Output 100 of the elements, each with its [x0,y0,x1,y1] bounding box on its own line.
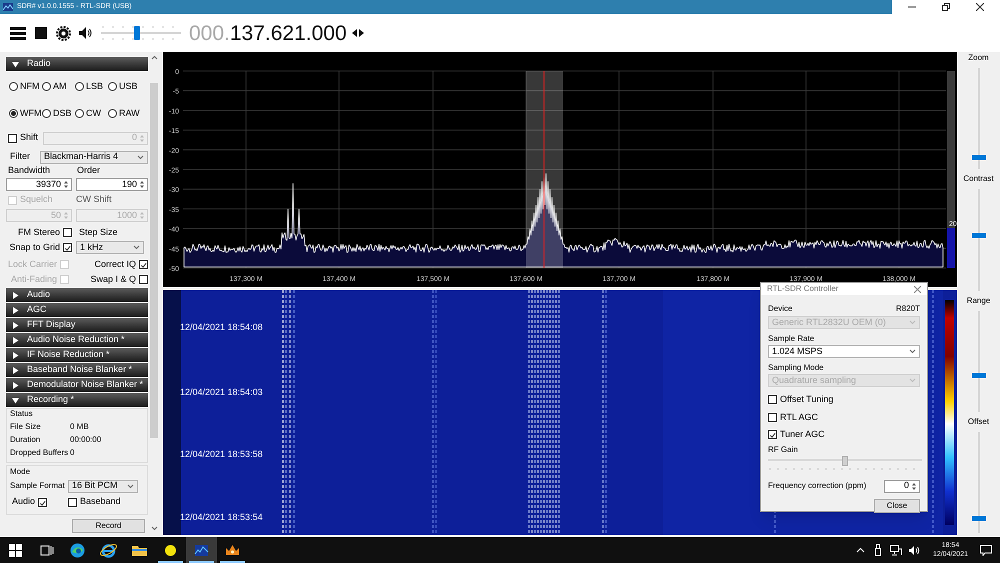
section-header[interactable]: Audio Noise Reduction * [6,333,148,347]
chevron-icon [133,245,140,250]
record-button[interactable]: Record [72,519,145,533]
sample-format-dropdown[interactable]: 16 Bit PCM [68,480,138,492]
frequency-readout[interactable]: 137.621.000 [230,22,347,44]
option-checkbox[interactable]: FM Stereo [18,226,72,240]
section-header[interactable]: AGC [6,303,148,317]
section-header[interactable]: Demodulator Noise Blanker * [6,378,148,392]
order-field[interactable]: 190 [76,178,148,191]
field-label: CW Shift [76,193,112,206]
field-label: Bandwidth [7,164,52,178]
timestamp: 12/04/2021 18:54:08 [180,322,263,332]
vertical-slider[interactable] [972,432,986,533]
frequency-prefix: 000. [189,22,230,44]
field-label: File Size [10,420,42,432]
collapse-triangle-icon [12,60,19,68]
radio-button[interactable]: AM [42,80,75,94]
taskbar-button[interactable] [186,537,217,563]
vertical-slider[interactable] [972,68,986,170]
field-label: RF Gain [768,444,799,454]
slider-label: Range [966,294,990,306]
field-label: Filter [10,150,31,164]
timestamp: 12/04/2021 18:53:58 [180,449,263,459]
scroll-up-icon[interactable] [150,55,158,60]
vertical-slider[interactable] [972,189,986,290]
slider-thumb[interactable] [972,373,986,378]
filter-dropdown[interactable]: Blackman-Harris 4 [40,150,148,164]
field-label: Step Size [79,226,118,239]
radio-button[interactable]: CW [75,106,108,120]
volume-slider[interactable] [101,23,181,43]
sample-rate-dropdown[interactable]: 1.024 MSPS [768,345,920,358]
option-checkbox[interactable]: Snap to Grid [9,240,72,254]
vertical-slider[interactable] [972,310,986,412]
radio-button[interactable]: LSB [75,80,108,94]
field-label: Sampling Mode [768,362,825,373]
expand-triangle-icon [12,382,19,388]
chevron-icon [137,154,144,160]
chevron-icon [127,484,134,488]
timestamp: 12/04/2021 18:54:03 [180,387,263,397]
radio-button[interactable]: USB [108,80,141,94]
spinner-icon [139,211,145,220]
frequency-correction-field[interactable]: 0 [884,480,920,492]
expand-triangle-icon [12,306,19,314]
section-header[interactable]: Baseband Noise Blanker * [6,363,148,377]
chevron-up-icon[interactable] [856,547,865,553]
section-header[interactable]: Audio [6,288,148,302]
shift-checkbox[interactable]: Shift [8,131,40,145]
option-checkbox[interactable]: Correct IQ [94,258,148,272]
section-header[interactable]: Recording * [6,393,148,407]
section-header[interactable]: FFT Display [6,318,148,332]
slider-thumb[interactable] [972,232,986,238]
baseband-checkbox[interactable]: Baseband [68,495,121,509]
option-checkbox[interactable]: Tuner AGC [768,428,920,442]
step-size-dropdown[interactable]: 1 kHz [76,241,144,254]
option-checkbox[interactable]: Swap I & Q [90,272,148,286]
audio-checkbox[interactable]: Audio [12,495,68,509]
slider-thumb[interactable] [972,516,986,522]
network-icon[interactable] [890,544,902,556]
filter-band[interactable] [526,71,563,268]
slider-thumb[interactable] [134,26,140,40]
scrollbar-thumb[interactable] [150,83,158,438]
slider-label: Zoom [968,52,989,64]
spinner-icon [911,482,917,490]
speaker-icon[interactable] [908,544,921,556]
radio-button[interactable]: NFM [9,80,42,94]
radio-button[interactable]: WFM [9,106,42,120]
expand-triangle-icon [12,352,19,358]
dialog-title: RTL-SDR Controller [767,283,838,295]
check-mark-icon [64,244,71,252]
close-icon[interactable] [976,3,984,11]
restore-icon[interactable] [942,3,950,11]
usb-drive-icon[interactable] [874,544,882,556]
menu-icon[interactable] [10,26,26,40]
expand-triangle-icon [12,336,19,344]
settings-icon[interactable] [56,26,71,40]
section-header[interactable]: Radio [6,57,148,71]
section-header[interactable]: IF Noise Reduction * [6,348,148,362]
radio-button[interactable]: DSB [42,106,75,120]
close-button[interactable]: Close [874,498,920,512]
chevron-icon [909,349,916,354]
slider-thumb[interactable] [972,154,986,160]
group-label: Status [10,408,33,420]
radio-button[interactable]: RAW [108,106,141,120]
group-label: Mode [10,466,30,478]
chevron-icon [909,378,916,383]
option-checkbox[interactable]: RTL AGC [768,410,920,424]
rf-gain-slider[interactable] [768,456,920,472]
notification-icon[interactable] [980,544,992,556]
speaker-icon[interactable] [78,26,93,40]
spinner-icon [63,211,69,220]
option-checkbox[interactable]: Offset Tuning [768,393,920,406]
field-label: Frequency correction (ppm) [768,480,866,492]
chevron-icon [909,320,916,325]
field-value: 0 MB [70,420,89,432]
slider-thumb[interactable] [842,456,848,466]
expand-triangle-icon [12,322,19,328]
scroll-down-icon[interactable] [150,526,158,531]
check-mark-icon [140,261,147,269]
bandwidth-field[interactable]: 39370 [6,178,72,191]
tune-arrows-icon[interactable] [350,28,365,38]
